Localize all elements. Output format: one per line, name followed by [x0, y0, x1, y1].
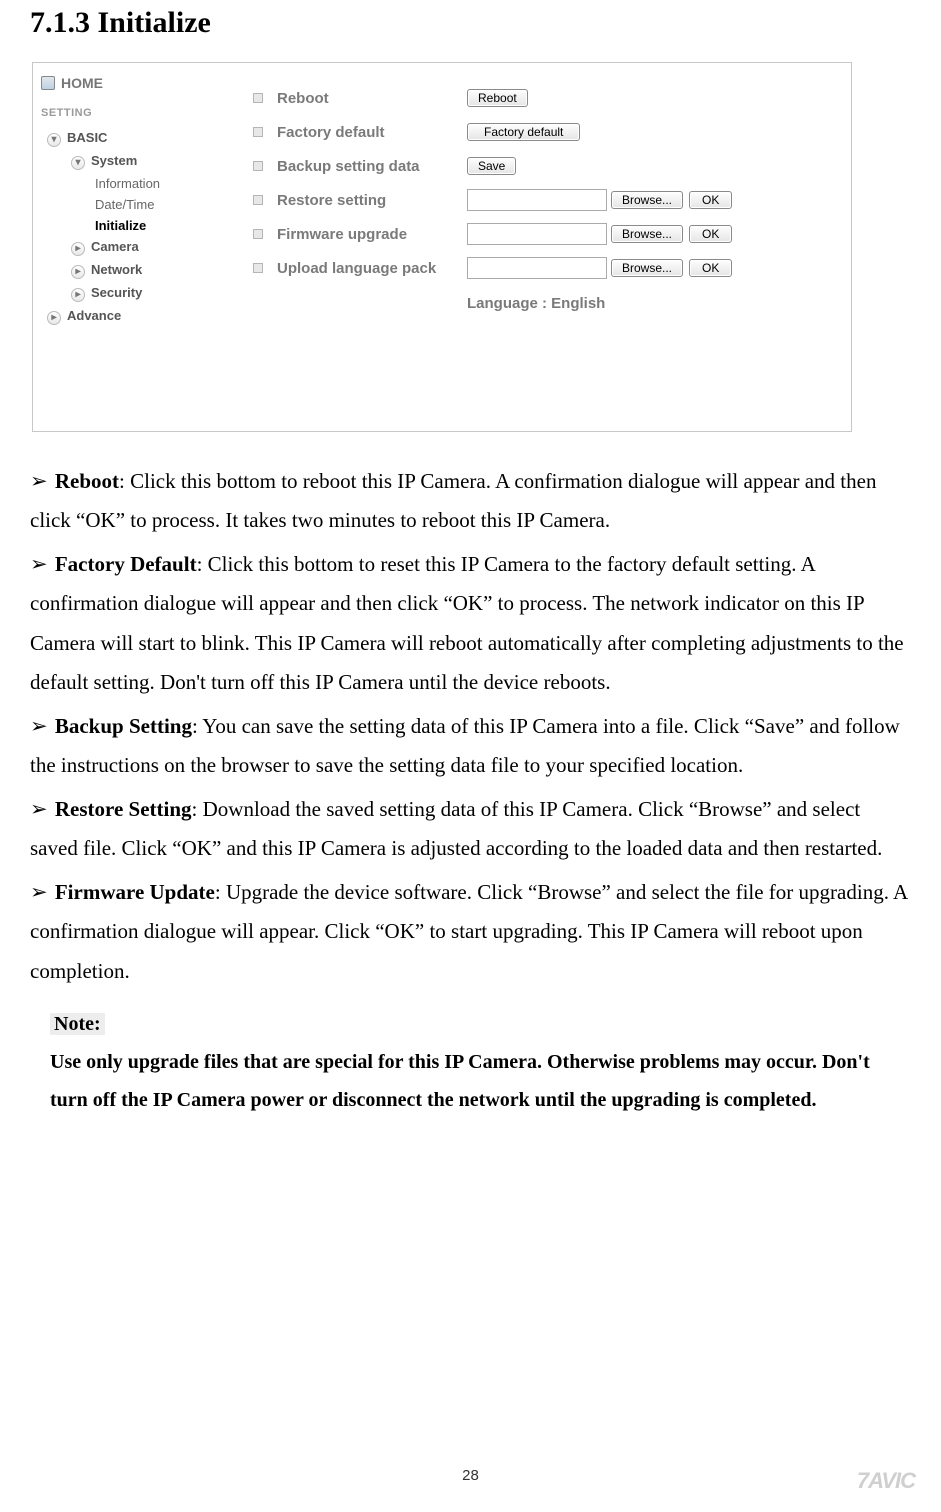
factory-default-label: Factory default — [277, 124, 467, 141]
upload-lang-label: Upload language pack — [277, 260, 467, 277]
para-reboot: ➢ Reboot: Click this bottom to reboot th… — [30, 462, 911, 541]
triangle-bullet-icon: ➢ — [30, 708, 48, 745]
nav-advance[interactable]: ▸Advance — [41, 305, 217, 328]
page-number: 28 — [0, 1467, 941, 1484]
para-factory: ➢ Factory Default: Click this bottom to … — [30, 545, 911, 703]
nav-system[interactable]: ▾System — [41, 150, 217, 173]
language-ok-button[interactable]: OK — [689, 259, 732, 277]
nav-camera[interactable]: ▸Camera — [41, 236, 217, 259]
nav-datetime[interactable]: Date/Time — [41, 194, 217, 215]
chevron-right-icon: ▸ — [47, 311, 61, 325]
setting-header: SETTING — [41, 107, 217, 119]
triangle-bullet-icon: ➢ — [30, 874, 48, 911]
sidebar: HOME SETTING ▾BASIC ▾System Information … — [33, 63, 225, 431]
restore-file-input[interactable] — [467, 189, 607, 211]
bullet-icon — [253, 93, 263, 103]
language-file-input[interactable] — [467, 257, 607, 279]
bullet-icon — [253, 127, 263, 137]
firmware-ok-button[interactable]: OK — [689, 225, 732, 243]
chevron-right-icon: ▸ — [71, 288, 85, 302]
note-block: Note: Use only upgrade files that are sp… — [50, 1005, 890, 1119]
nav-home[interactable]: HOME — [41, 75, 217, 91]
triangle-bullet-icon: ➢ — [30, 546, 48, 583]
triangle-bullet-icon: ➢ — [30, 463, 48, 500]
nav-tree: ▾BASIC ▾System Information Date/Time Ini… — [41, 127, 217, 328]
nav-initialize[interactable]: Initialize — [41, 215, 217, 236]
para-restore: ➢ Restore Setting: Download the saved se… — [30, 790, 911, 869]
note-text: Use only upgrade files that are special … — [50, 1043, 890, 1119]
page-title: 7.1.3 Initialize — [30, 6, 911, 40]
restore-label: Restore setting — [277, 192, 467, 209]
para-firmware: ➢ Firmware Update: Upgrade the device so… — [30, 873, 911, 991]
note-label: Note: — [50, 1013, 105, 1035]
reboot-label: Reboot — [277, 90, 467, 107]
firmware-file-input[interactable] — [467, 223, 607, 245]
bullet-icon — [253, 161, 263, 171]
nav-security[interactable]: ▸Security — [41, 282, 217, 305]
firmware-label: Firmware upgrade — [277, 226, 467, 243]
nav-information[interactable]: Information — [41, 173, 217, 194]
firmware-browse-button[interactable]: Browse... — [611, 225, 683, 243]
bullet-icon — [253, 263, 263, 273]
nav-network[interactable]: ▸Network — [41, 259, 217, 282]
settings-screenshot: HOME SETTING ▾BASIC ▾System Information … — [32, 62, 852, 432]
para-backup: ➢ Backup Setting: You can save the setti… — [30, 707, 911, 786]
restore-ok-button[interactable]: OK — [689, 191, 732, 209]
save-button[interactable]: Save — [467, 157, 516, 175]
reboot-button[interactable]: Reboot — [467, 89, 528, 107]
home-label: HOME — [61, 75, 103, 91]
chevron-right-icon: ▸ — [71, 265, 85, 279]
factory-default-button[interactable]: Factory default — [467, 123, 580, 141]
bullet-icon — [253, 229, 263, 239]
home-icon — [41, 76, 55, 90]
nav-basic[interactable]: ▾BASIC — [41, 127, 217, 150]
chevron-down-icon: ▾ — [71, 156, 85, 170]
language-browse-button[interactable]: Browse... — [611, 259, 683, 277]
backup-label: Backup setting data — [277, 158, 467, 175]
restore-browse-button[interactable]: Browse... — [611, 191, 683, 209]
language-line: Language : English — [253, 295, 841, 312]
chevron-right-icon: ▸ — [71, 242, 85, 256]
brand-logo: 7AVIC — [857, 1468, 915, 1494]
body-text: ➢ Reboot: Click this bottom to reboot th… — [30, 462, 911, 991]
triangle-bullet-icon: ➢ — [30, 791, 48, 828]
bullet-icon — [253, 195, 263, 205]
settings-form: Reboot Reboot Factory default Factory de… — [225, 63, 851, 431]
chevron-down-icon: ▾ — [47, 133, 61, 147]
